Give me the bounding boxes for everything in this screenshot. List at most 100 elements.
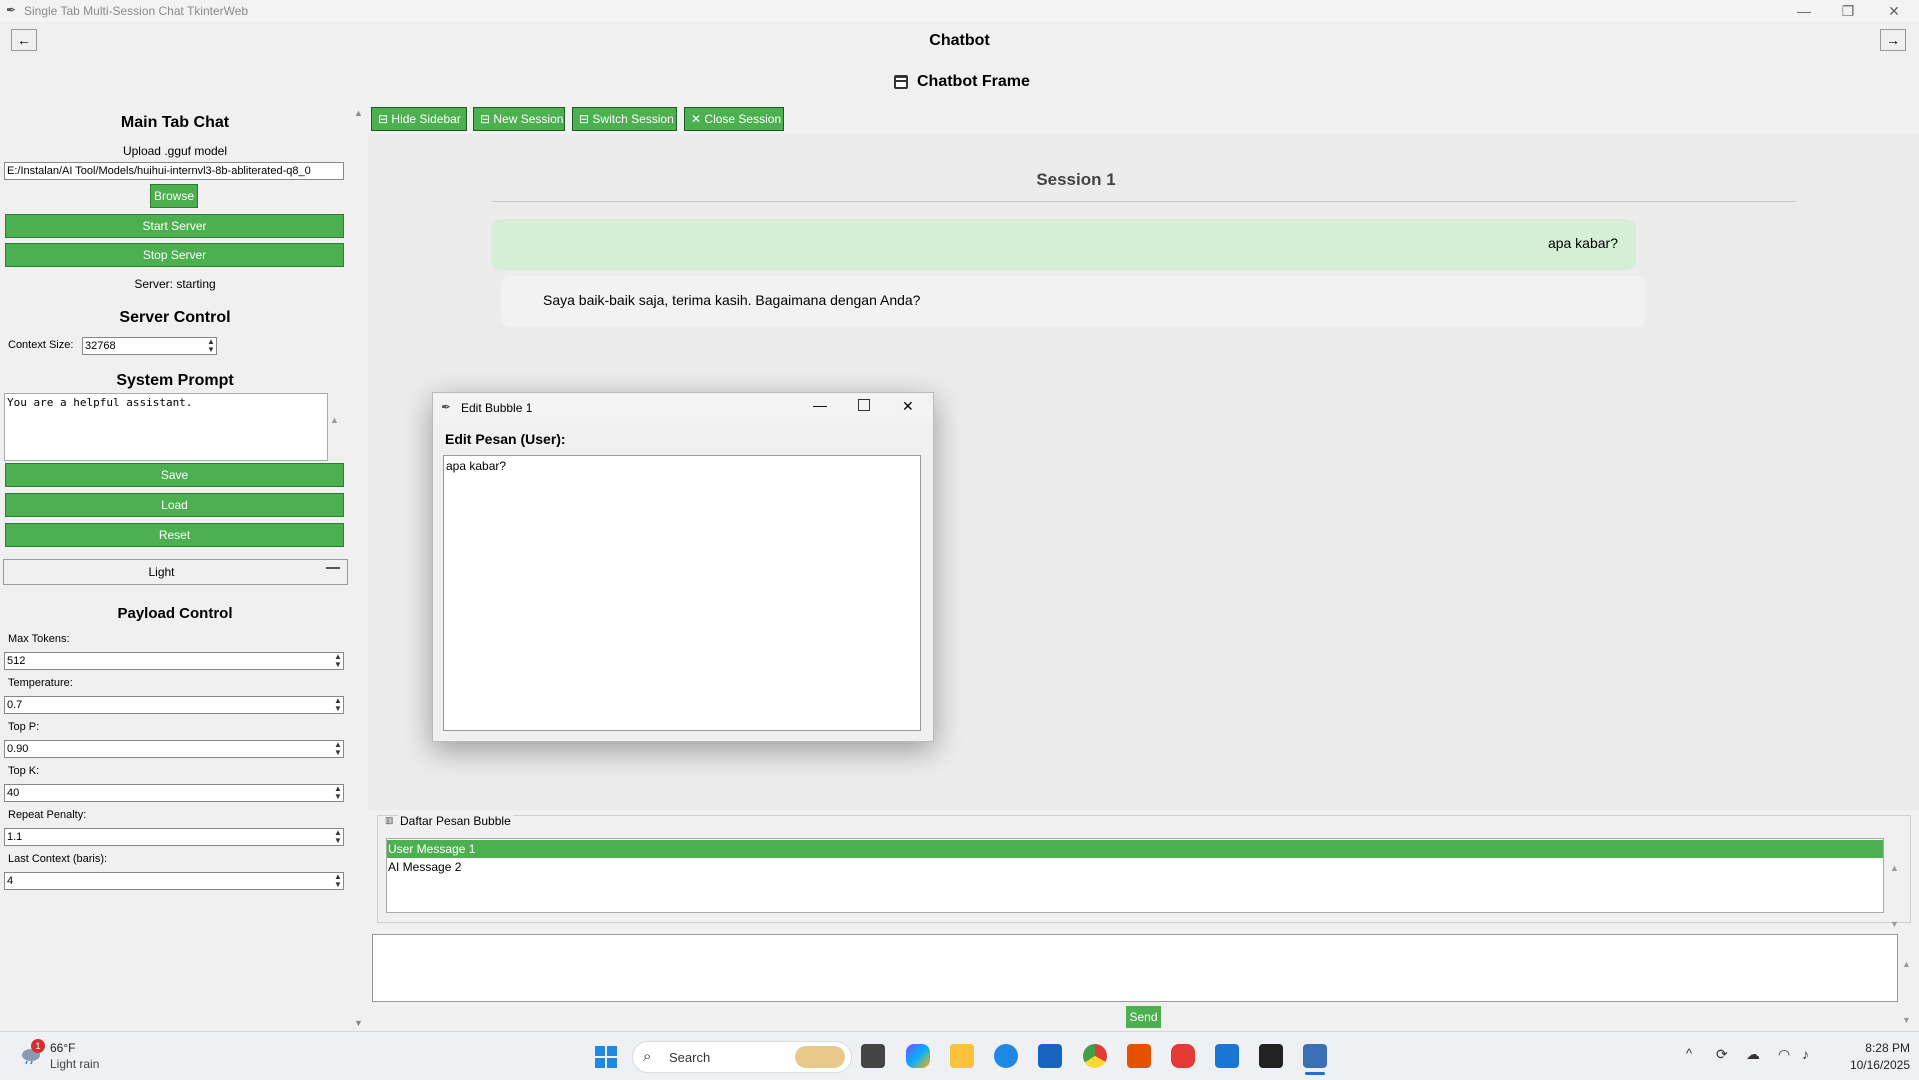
maximize-button[interactable]: ❐ — [1825, 0, 1871, 22]
scroll-up-icon[interactable]: ▲ — [354, 108, 363, 118]
volume-icon[interactable]: ♪ — [1802, 1046, 1809, 1062]
system-prompt-title: System Prompt — [116, 372, 234, 389]
switch-session-label: Switch Session — [592, 112, 674, 126]
weather-badge: 1 — [31, 1039, 45, 1053]
ai-message-text: Saya baik-baik saja, terima kasih. Bagai… — [543, 292, 921, 308]
spin-arrows-icon[interactable]: ▲ ▼ — [333, 697, 343, 713]
spin-arrows-icon[interactable]: ▲ ▼ — [333, 653, 343, 669]
spin-arrows-icon[interactable]: ▲ ▼ — [333, 741, 343, 757]
minimize-icon[interactable]: — — [813, 397, 827, 413]
browse-button[interactable]: Browse — [150, 184, 198, 208]
main-tab-title: Main Tab Chat — [120, 114, 230, 131]
hide-sidebar-button[interactable]: ⊟ Hide Sidebar — [371, 107, 467, 131]
dialog-title-bar: ✒ Edit Bubble 1 — ✕ — [433, 393, 933, 423]
payload-control-title: Payload Control — [117, 605, 233, 622]
task-view-icon[interactable] — [861, 1044, 885, 1068]
python-icon[interactable] — [1303, 1044, 1327, 1068]
spin-arrows-icon[interactable]: ▲ ▼ — [206, 338, 216, 354]
param-label: Top P: — [8, 721, 40, 733]
list-icon: ▥ — [385, 815, 394, 825]
new-session-button[interactable]: ⊟ New Session — [473, 107, 565, 131]
chrome-icon[interactable] — [1083, 1044, 1107, 1068]
edit-message-textarea[interactable]: apa kabar? — [443, 455, 921, 731]
sublime-icon[interactable] — [1127, 1044, 1151, 1068]
last-context-spinbox[interactable]: 4 ▲ ▼ — [4, 872, 344, 890]
param-value: 40 — [7, 787, 20, 799]
list-item[interactable]: AI Message 2 — [387, 858, 1883, 876]
model-path-input[interactable]: E:/Instalan/AI Tool/Models/huihui-intern… — [4, 162, 344, 180]
switch-icon: ⊟ — [579, 112, 590, 126]
theme-select-value: Light — [148, 565, 175, 579]
send-button[interactable]: Send — [1126, 1006, 1161, 1028]
search-icon: ⌕ — [643, 1048, 652, 1065]
sidebar-scrollbar[interactable]: ▲ ▼ — [352, 106, 366, 1031]
close-session-label: Close Session — [704, 112, 782, 126]
server-status: Server: starting — [134, 277, 216, 291]
switch-session-button[interactable]: ⊟ Switch Session — [572, 107, 677, 131]
system-prompt-textarea[interactable]: You are a helpful assistant. — [4, 393, 328, 461]
spin-arrows-icon[interactable]: ▲ ▼ — [333, 829, 343, 845]
app-icon[interactable] — [1171, 1044, 1195, 1068]
list-item[interactable]: User Message 1 — [387, 840, 1883, 858]
save-button[interactable]: Save — [5, 463, 344, 487]
bubble-list-title: Daftar Pesan Bubble — [398, 814, 513, 828]
notepad-icon[interactable] — [1215, 1044, 1239, 1068]
file-explorer-icon[interactable] — [950, 1044, 974, 1068]
forward-button[interactable]: → — [1880, 29, 1906, 51]
spin-arrows-icon[interactable]: ▲ ▼ — [333, 785, 343, 801]
close-session-button[interactable]: ✕ Close Session — [684, 107, 784, 131]
sync-icon[interactable]: ⟳ — [1716, 1046, 1728, 1063]
weather-temp[interactable]: 66°F — [50, 1041, 75, 1055]
minimize-button[interactable]: — — [1781, 0, 1827, 22]
message-input[interactable] — [372, 934, 1898, 1002]
temperature-spinbox[interactable]: 0.7 ▲ ▼ — [4, 696, 344, 714]
clock-time[interactable]: 8:28 PM — [1830, 1041, 1910, 1055]
session-divider — [492, 201, 1796, 202]
terminal-icon[interactable] — [1259, 1044, 1283, 1068]
maximize-icon[interactable] — [858, 399, 870, 411]
ai-message-bubble[interactable]: Saya baik-baik saja, terima kasih. Bagai… — [501, 276, 1646, 327]
max-tokens-spinbox[interactable]: 512 ▲ ▼ — [4, 652, 344, 670]
frame-icon — [892, 73, 910, 91]
edge-icon[interactable] — [994, 1044, 1018, 1068]
window-title-bar: ✒ Single Tab Multi-Session Chat TkinterW… — [0, 0, 1919, 22]
param-label: Max Tokens: — [8, 633, 70, 645]
user-message-text: apa kabar? — [1547, 235, 1618, 251]
edit-bubble-dialog: ✒ Edit Bubble 1 — ✕ Edit Pesan (User): a… — [432, 392, 934, 742]
param-value: 1.1 — [7, 831, 23, 843]
theme-select[interactable]: Light — [3, 559, 348, 585]
spin-arrows-icon[interactable]: ▲ ▼ — [333, 873, 343, 889]
active-indicator — [1305, 1072, 1325, 1075]
reset-button[interactable]: Reset — [5, 523, 344, 547]
param-value: 0.90 — [7, 743, 29, 755]
user-message-bubble[interactable]: apa kabar? — [491, 219, 1636, 270]
search-placeholder: Search — [669, 1050, 711, 1065]
repeat-penalty-spinbox[interactable]: 1.1 ▲ ▼ — [4, 828, 344, 846]
wifi-icon[interactable]: ◠ — [1778, 1046, 1790, 1063]
dropdown-indicator-icon — [326, 567, 340, 569]
copilot-icon[interactable] — [906, 1044, 930, 1068]
cloud-off-icon[interactable]: ☁ — [1746, 1046, 1760, 1063]
new-session-icon: ⊟ — [480, 112, 491, 126]
load-button[interactable]: Load — [5, 493, 344, 517]
close-icon: ✕ — [691, 112, 702, 126]
store-icon[interactable] — [1038, 1044, 1062, 1068]
chevron-up-icon[interactable]: ^ — [1686, 1046, 1692, 1061]
new-session-label: New Session — [493, 112, 564, 126]
stop-server-button[interactable]: Stop Server — [5, 243, 344, 267]
taskbar-search[interactable]: ⌕ Search — [632, 1041, 852, 1073]
top-p-spinbox[interactable]: 0.90 ▲ ▼ — [4, 740, 344, 758]
param-value: 512 — [7, 655, 26, 667]
clock-date[interactable]: 10/16/2025 — [1830, 1058, 1910, 1072]
close-icon[interactable]: ✕ — [902, 398, 914, 415]
scroll-down-icon[interactable]: ▼ — [354, 1018, 363, 1028]
bubble-listbox[interactable]: User Message 1 AI Message 2 — [386, 838, 1884, 913]
weather-desc[interactable]: Light rain — [50, 1057, 99, 1071]
start-server-button[interactable]: Start Server — [5, 214, 344, 238]
close-button[interactable]: ✕ — [1871, 0, 1917, 22]
start-icon[interactable] — [594, 1045, 618, 1069]
top-k-spinbox[interactable]: 40 ▲ ▼ — [4, 784, 344, 802]
context-size-spinbox[interactable]: 32768 ▲ ▼ — [82, 337, 217, 355]
window-title: Single Tab Multi-Session Chat TkinterWeb — [24, 4, 249, 18]
search-highlight-icon — [795, 1046, 845, 1068]
